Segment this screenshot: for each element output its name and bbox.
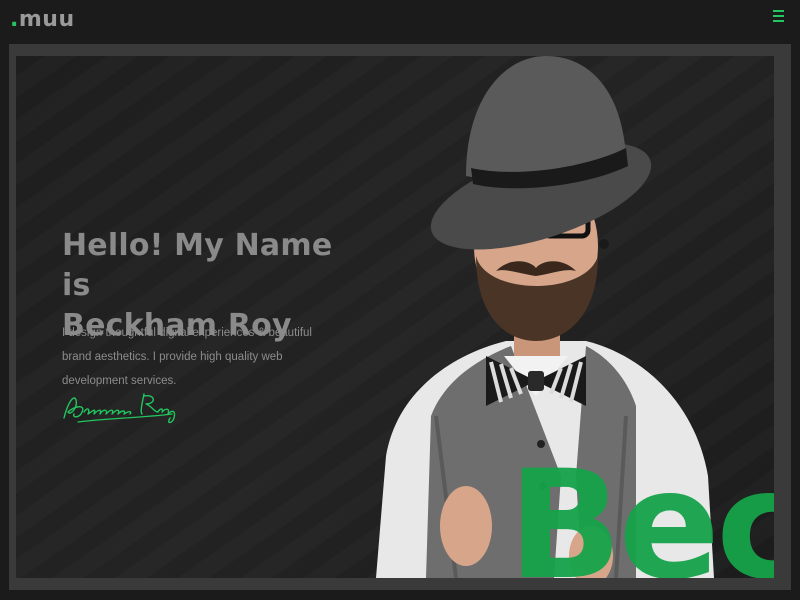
name-watermark: Beck	[508, 439, 774, 578]
hero-title-line-1: Hello! My Name is	[62, 228, 333, 303]
logo-text: muu	[18, 7, 75, 32]
hero-section: Hello! My Name is Beckham Roy I design t…	[16, 56, 774, 578]
logo-dot: .	[10, 7, 19, 32]
site-logo[interactable]: .muu	[10, 6, 75, 34]
hamburger-menu-icon[interactable]	[773, 10, 784, 24]
top-bar: .muu	[0, 0, 800, 44]
signature-image	[63, 393, 176, 424]
hero-description: I design thoughtful digital experiences …	[62, 327, 312, 387]
